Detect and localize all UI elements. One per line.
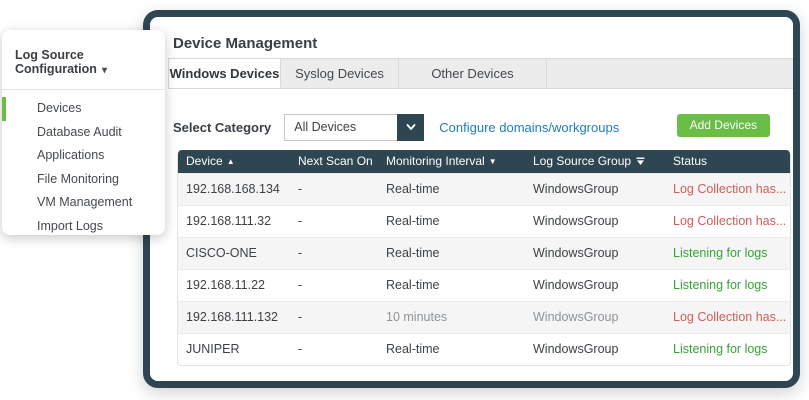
toolbar: Select Category All Devices Configure do… xyxy=(173,113,793,141)
device-cell: 192.168.111.32 xyxy=(178,206,290,237)
status-cell[interactable]: Listening for logs xyxy=(665,270,790,301)
page-title: Device Management xyxy=(173,35,317,52)
category-select[interactable]: All Devices xyxy=(284,114,424,141)
sort-desc-icon: ▼ xyxy=(489,157,497,166)
group-cell: WindowsGroup xyxy=(525,238,665,269)
next-scan-cell: - xyxy=(290,270,378,301)
sidebar-item-applications[interactable]: Applications xyxy=(2,144,165,168)
device-tabs: Windows Devices Syslog Devices Other Dev… xyxy=(168,58,793,89)
group-cell: WindowsGroup xyxy=(525,334,665,365)
sidebar-item-label: Devices xyxy=(37,101,81,115)
screen: Device Management Windows Devices Syslog… xyxy=(0,0,809,400)
interval-cell: Real-time xyxy=(378,174,525,205)
table-row[interactable]: 192.168.168.134 - Real-time WindowsGroup… xyxy=(178,173,790,205)
sidebar-item-file-monitoring[interactable]: File Monitoring xyxy=(2,168,165,192)
device-cell: 192.168.111.132 xyxy=(178,302,290,333)
next-scan-cell: - xyxy=(290,174,378,205)
caret-down-icon: ▾ xyxy=(102,65,107,76)
log-source-configuration-card: Log Source Configuration ▾ Devices Databa… xyxy=(2,30,165,235)
group-cell: WindowsGroup xyxy=(525,206,665,237)
select-category-label: Select Category xyxy=(173,120,271,135)
chevron-down-icon xyxy=(405,121,417,133)
sidebar-item-label: VM Management xyxy=(37,195,132,209)
sidebar-item-label: Applications xyxy=(37,148,104,162)
category-select-button[interactable] xyxy=(397,114,424,141)
sidebar-item-import-logs[interactable]: Import Logs xyxy=(2,215,165,239)
log-source-configuration-dropdown[interactable]: Log Source Configuration ▾ xyxy=(2,30,165,90)
add-devices-button[interactable]: Add Devices xyxy=(677,114,770,137)
sort-asc-icon: ▲ xyxy=(227,157,235,166)
sidebar-item-label: Database Audit xyxy=(37,125,122,139)
filter-icon xyxy=(636,157,645,166)
next-scan-cell: - xyxy=(290,334,378,365)
sidebar-item-database-audit[interactable]: Database Audit xyxy=(2,121,165,145)
device-cell: JUNIPER xyxy=(178,334,290,365)
sidebar-title-label: Log Source Configuration xyxy=(15,48,97,76)
tab-label: Windows Devices xyxy=(170,66,280,81)
tab-label: Syslog Devices xyxy=(295,66,384,81)
group-cell: WindowsGroup xyxy=(525,174,665,205)
column-header-status[interactable]: Status xyxy=(665,150,790,173)
tab-windows-devices[interactable]: Windows Devices xyxy=(169,59,281,88)
column-header-log-source-group[interactable]: Log Source Group xyxy=(525,150,665,173)
device-cell: CISCO-ONE xyxy=(178,238,290,269)
device-cell: 192.168.11.22 xyxy=(178,270,290,301)
status-cell[interactable]: Log Collection has... xyxy=(665,302,790,333)
column-header-next-scan-on[interactable]: Next Scan On xyxy=(290,150,378,173)
interval-cell: Real-time xyxy=(378,206,525,237)
next-scan-cell: - xyxy=(290,206,378,237)
table-row[interactable]: 192.168.111.132 - 10 minutes WindowsGrou… xyxy=(178,301,790,333)
sidebar-item-label: File Monitoring xyxy=(37,172,119,186)
tab-label: Other Devices xyxy=(431,66,513,81)
next-scan-cell: - xyxy=(290,238,378,269)
tab-syslog-devices[interactable]: Syslog Devices xyxy=(281,59,399,88)
table-row[interactable]: 192.168.11.22 - Real-time WindowsGroup L… xyxy=(178,269,790,301)
status-cell[interactable]: Log Collection has... xyxy=(665,206,790,237)
sidebar-item-devices[interactable]: Devices xyxy=(2,97,165,121)
interval-cell: Real-time xyxy=(378,270,525,301)
sidebar-menu: Devices Database Audit Applications File… xyxy=(2,90,165,238)
column-header-device[interactable]: Device▲ xyxy=(178,150,290,173)
table-row[interactable]: CISCO-ONE - Real-time WindowsGroup Liste… xyxy=(178,237,790,269)
interval-cell: Real-time xyxy=(378,238,525,269)
device-cell: 192.168.168.134 xyxy=(178,174,290,205)
devices-table: Device▲ Next Scan On Monitoring Interval… xyxy=(177,150,791,366)
table-header-row: Device▲ Next Scan On Monitoring Interval… xyxy=(178,150,790,173)
group-cell: WindowsGroup xyxy=(525,302,665,333)
panel-content: Device Management Windows Devices Syslog… xyxy=(150,17,793,381)
interval-cell: 10 minutes xyxy=(378,302,525,333)
device-management-panel: Device Management Windows Devices Syslog… xyxy=(143,10,800,388)
table-row[interactable]: JUNIPER - Real-time WindowsGroup Listeni… xyxy=(178,333,790,365)
sidebar-item-vm-management[interactable]: VM Management xyxy=(2,191,165,215)
tab-other-devices[interactable]: Other Devices xyxy=(399,59,547,88)
table-row[interactable]: 192.168.111.32 - Real-time WindowsGroup … xyxy=(178,205,790,237)
status-cell[interactable]: Listening for logs xyxy=(665,238,790,269)
status-cell[interactable]: Listening for logs xyxy=(665,334,790,365)
next-scan-cell: - xyxy=(290,302,378,333)
interval-cell: Real-time xyxy=(378,334,525,365)
configure-domains-link[interactable]: Configure domains/workgroups xyxy=(439,120,619,135)
category-selected-value: All Devices xyxy=(294,115,356,140)
group-cell: WindowsGroup xyxy=(525,270,665,301)
status-cell[interactable]: Log Collection has... xyxy=(665,174,790,205)
sidebar-item-label: Import Logs xyxy=(37,219,103,233)
column-header-monitoring-interval[interactable]: Monitoring Interval▼ xyxy=(378,150,525,173)
